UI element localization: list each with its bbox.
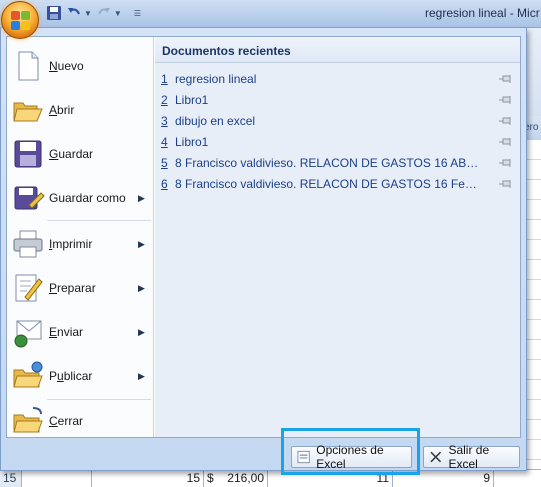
- save-disk-icon: [14, 140, 42, 168]
- save-icon[interactable]: [46, 5, 62, 21]
- recent-document-name: Libro1: [175, 93, 209, 107]
- menu-item-label: Abrir: [49, 103, 75, 117]
- publish-folder-icon: [13, 361, 43, 388]
- menu-item-abrir[interactable]: Abrir: [7, 89, 153, 131]
- exit-excel-button[interactable]: Salir de Excel: [423, 443, 520, 471]
- table-row: 15 15 $ 216,00 11 9: [0, 469, 541, 487]
- redo-dropdown-icon[interactable]: ▼: [114, 9, 122, 18]
- printer-icon: [13, 230, 43, 258]
- recent-document-item[interactable]: 4 Libro1: [155, 132, 520, 152]
- menu-item-imprimir[interactable]: Imprimir ▶: [7, 223, 153, 265]
- pin-icon[interactable]: [498, 157, 512, 169]
- menu-separator: [47, 220, 151, 221]
- menu-item-label: Enviar: [49, 325, 84, 339]
- recent-document-item[interactable]: 3 dibujo en excel: [155, 111, 520, 131]
- recent-document-item[interactable]: 5 8 Francisco valdivieso. RELACON DE GAS…: [155, 153, 520, 173]
- recent-document-name: dibujo en excel: [175, 114, 256, 128]
- menu-item-label: Guardar como: [49, 191, 126, 205]
- recent-document-number: 3: [161, 114, 168, 128]
- quick-access-toolbar: ▼ ▼ ☰: [46, 4, 141, 22]
- customize-toolbar-icon[interactable]: ☰: [134, 9, 141, 18]
- menu-item-guardar[interactable]: Guardar: [7, 133, 153, 175]
- close-folder-icon: [13, 407, 43, 433]
- recent-document-item[interactable]: 2 Libro1: [155, 90, 520, 110]
- highlight-box: [281, 428, 420, 475]
- menu-item-enviar[interactable]: Enviar ▶: [7, 311, 153, 353]
- recent-document-number: 6: [161, 177, 168, 191]
- menu-item-preparar[interactable]: Preparar ▶: [7, 267, 153, 309]
- cell[interactable]: [22, 470, 92, 487]
- recent-documents-pane: Documentos recientes 1 regresion lineal …: [155, 37, 520, 437]
- office-menu: Nuevo Abrir Guardar Guardar como ▶ Impri…: [0, 28, 527, 471]
- save-as-icon: [14, 186, 45, 210]
- exit-excel-label: Salir de Excel: [448, 443, 490, 471]
- pin-icon[interactable]: [498, 94, 512, 106]
- cell[interactable]: 15: [92, 470, 204, 487]
- recent-document-item[interactable]: 6 8 Francisco valdivieso. RELACON DE GAS…: [155, 174, 520, 194]
- amount: 216,00: [227, 471, 264, 485]
- recent-document-name: regresion lineal: [175, 72, 257, 86]
- pin-icon[interactable]: [498, 178, 512, 190]
- recent-document-name: 8 Francisco valdivieso. RELACON DE GASTO…: [175, 177, 480, 191]
- redo-icon[interactable]: [96, 5, 112, 21]
- recent-documents-header: Documentos recientes: [155, 37, 520, 63]
- window-title: regresion lineal - Micr: [425, 6, 540, 20]
- cell[interactable]: [494, 470, 541, 487]
- submenu-arrow-icon: ▶: [138, 282, 145, 293]
- office-menu-commands: Nuevo Abrir Guardar Guardar como ▶ Impri…: [7, 37, 154, 437]
- menu-item-label: Cerrar: [49, 414, 84, 428]
- pin-icon[interactable]: [498, 115, 512, 127]
- menu-item-label: Guardar: [49, 147, 94, 161]
- office-menu-body: Nuevo Abrir Guardar Guardar como ▶ Impri…: [6, 36, 521, 438]
- new-document-icon: [18, 51, 39, 81]
- recent-document-name: Libro1: [175, 135, 209, 149]
- undo-dropdown-icon[interactable]: ▼: [84, 9, 92, 18]
- office-logo-icon: [11, 11, 31, 31]
- menu-item-label: uPublicar: [49, 369, 93, 383]
- submenu-arrow-icon: ▶: [138, 238, 145, 249]
- menu-item-nuevo[interactable]: Nuevo: [7, 45, 153, 87]
- recent-document-number: 5: [161, 156, 168, 170]
- open-folder-icon: [13, 102, 43, 122]
- menu-item-cerrar[interactable]: Cerrar: [7, 400, 153, 442]
- menu-item-label: Nuevo: [49, 59, 84, 73]
- undo-icon[interactable]: [66, 5, 82, 21]
- title-bar: ▼ ▼ ☰ regresion lineal - Micr: [0, 0, 541, 28]
- submenu-arrow-icon: ▶: [138, 370, 145, 381]
- recent-document-number: 4: [161, 135, 168, 149]
- submenu-arrow-icon: ▶: [138, 326, 145, 337]
- row-header[interactable]: 15: [0, 470, 22, 487]
- pin-icon[interactable]: [498, 136, 512, 148]
- cell[interactable]: $ 216,00: [204, 470, 268, 487]
- send-mail-icon: [14, 320, 42, 348]
- recent-document-number: 1: [161, 72, 168, 86]
- recent-document-name: 8 Francisco valdivieso. RELACON DE GASTO…: [175, 156, 480, 170]
- pin-icon[interactable]: [498, 73, 512, 85]
- menu-item-publicar[interactable]: uPublicar ▶: [7, 355, 153, 397]
- menu-item-guardar-como[interactable]: Guardar como ▶: [7, 177, 153, 219]
- office-button[interactable]: [1, 1, 39, 39]
- menu-item-label: Preparar: [49, 281, 96, 295]
- close-icon: [430, 451, 442, 463]
- menu-item-label: Imprimir: [49, 237, 93, 251]
- recent-documents-title: Documentos recientes: [162, 44, 291, 58]
- currency-symbol: $: [207, 471, 214, 485]
- recent-document-number: 2: [161, 93, 168, 107]
- submenu-arrow-icon: ▶: [138, 192, 145, 203]
- prepare-pencil-icon: [15, 274, 43, 302]
- recent-document-item[interactable]: 1 regresion lineal: [155, 69, 520, 89]
